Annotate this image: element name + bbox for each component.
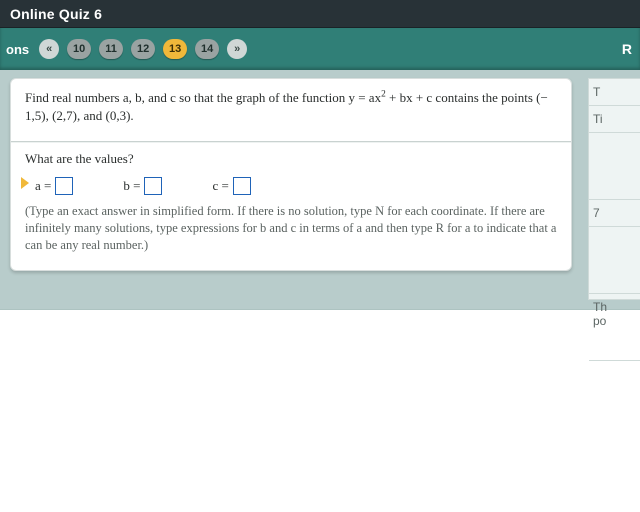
quiz-title: Online Quiz 6 xyxy=(10,6,102,22)
nav-question-14[interactable]: 14 xyxy=(195,39,219,59)
right-sidebar: T Ti 7 Th po xyxy=(588,78,640,300)
sidebar-row-5 xyxy=(589,227,640,294)
question-statement-pre: Find real numbers a, b, and c so that th… xyxy=(25,90,381,105)
answer-b-input[interactable] xyxy=(144,177,162,195)
answer-c-input[interactable] xyxy=(233,177,251,195)
answer-c-label: c = xyxy=(212,178,228,194)
sidebar-row-3 xyxy=(589,133,640,200)
nav-left-label-fragment: ons xyxy=(6,42,29,57)
sidebar-row-6a: Th xyxy=(593,300,607,314)
sidebar-row-6b: po xyxy=(593,314,606,328)
question-prompt: What are the values? xyxy=(11,142,571,167)
answer-note: (Type an exact answer in simplified form… xyxy=(11,199,571,270)
nav-right-fragment: R xyxy=(622,41,634,57)
answer-b: b = xyxy=(123,177,162,195)
question-card: Find real numbers a, b, and c so that th… xyxy=(10,78,572,271)
sidebar-row-2: Ti xyxy=(589,106,640,133)
content-stage: Find real numbers a, b, and c so that th… xyxy=(0,70,640,310)
nav-next-button[interactable]: » xyxy=(227,39,247,59)
sidebar-row-4: 7 xyxy=(589,200,640,227)
answer-a-label: a = xyxy=(35,178,51,194)
nav-question-10[interactable]: 10 xyxy=(67,39,91,59)
nav-prev-button[interactable]: « xyxy=(39,39,59,59)
answer-c: c = xyxy=(212,177,250,195)
answer-b-label: b = xyxy=(123,178,140,194)
sidebar-row-1: T xyxy=(589,79,640,106)
question-statement: Find real numbers a, b, and c so that th… xyxy=(11,79,571,142)
answer-row: a = b = c = xyxy=(11,167,571,199)
nav-question-12[interactable]: 12 xyxy=(131,39,155,59)
question-nav: ons « 10 11 12 13 14 » R xyxy=(0,28,640,70)
nav-question-13[interactable]: 13 xyxy=(163,39,187,59)
answer-a: a = xyxy=(35,177,73,195)
sidebar-row-6: Th po xyxy=(589,294,640,361)
answer-a-input[interactable] xyxy=(55,177,73,195)
quiz-title-banner: Online Quiz 6 xyxy=(0,0,640,28)
nav-question-11[interactable]: 11 xyxy=(99,39,123,59)
